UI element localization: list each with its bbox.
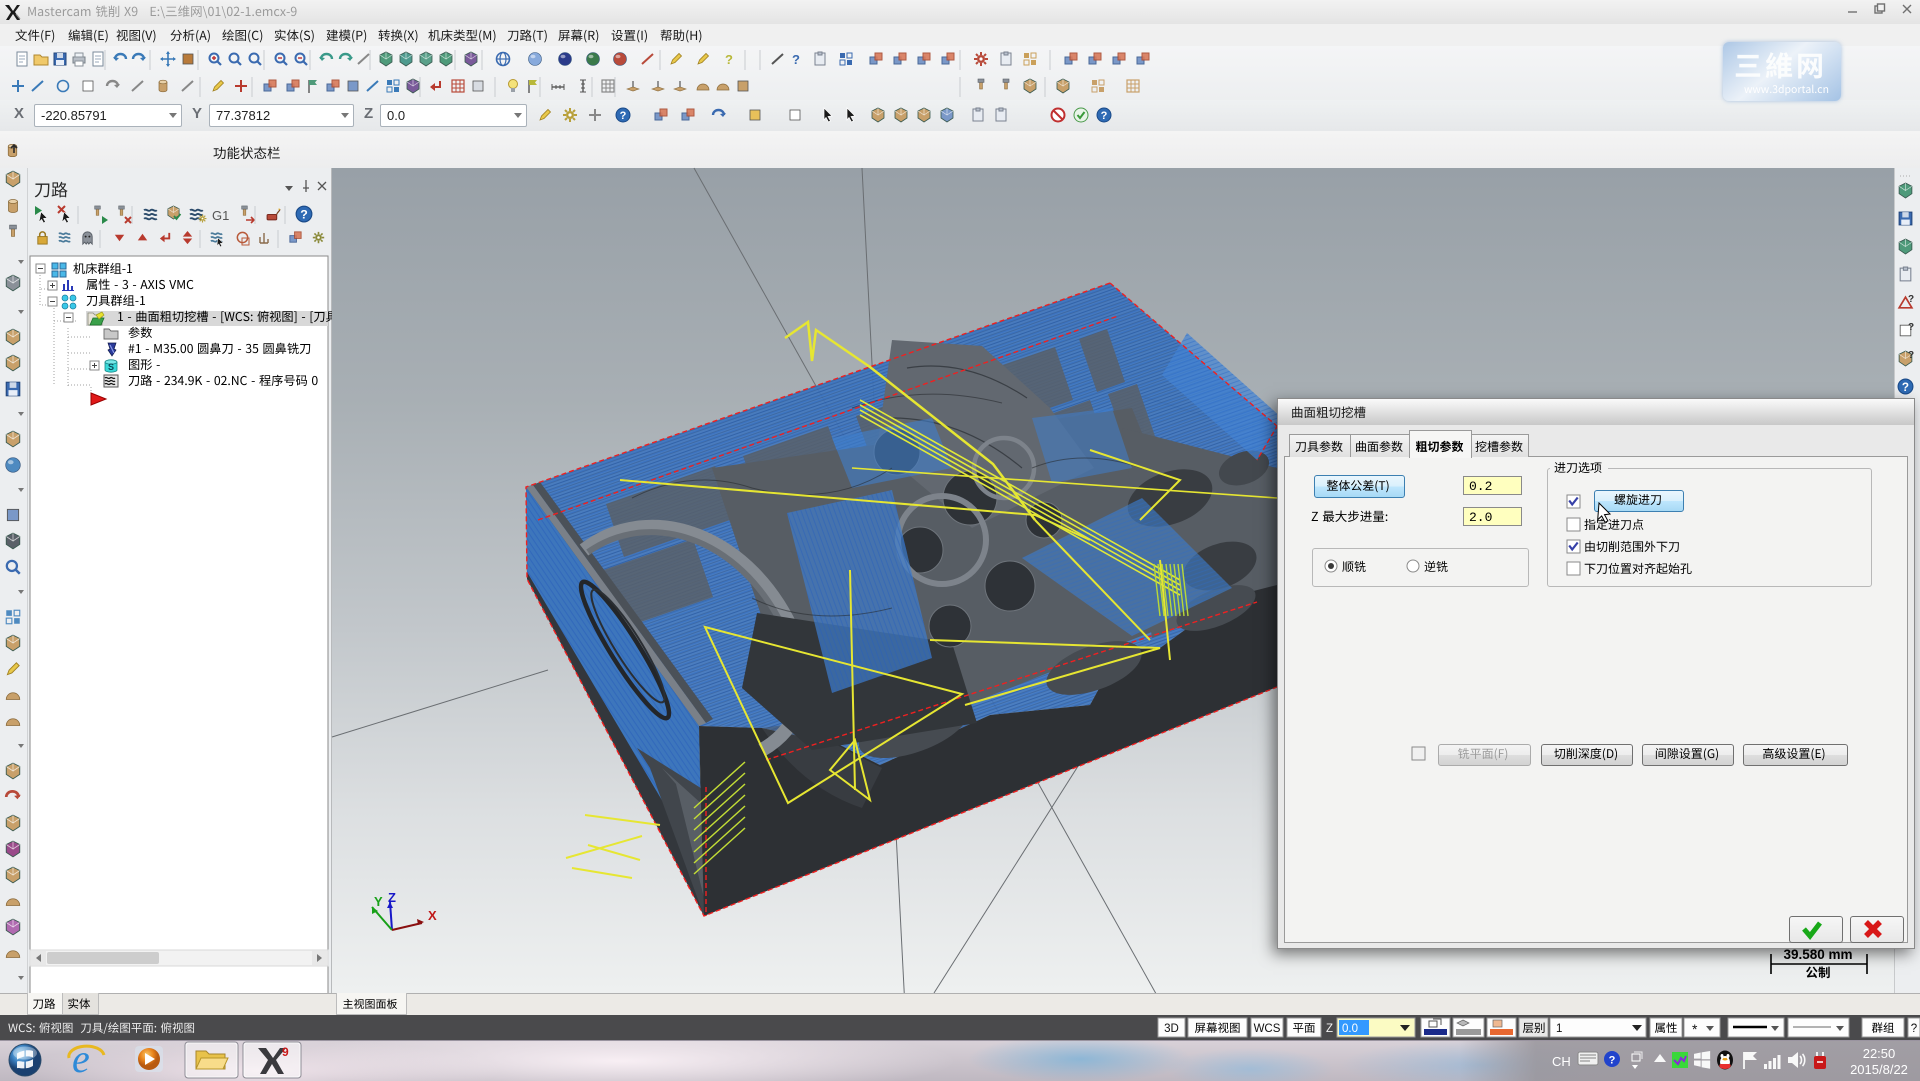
svg-text:Y: Y xyxy=(374,894,383,909)
svg-text:39.580 mm: 39.580 mm xyxy=(1783,947,1852,962)
svg-text:S: S xyxy=(108,362,114,372)
svg-text:?: ? xyxy=(792,52,800,67)
svg-text:?: ? xyxy=(300,208,308,222)
svg-text:X: X xyxy=(428,908,437,923)
svg-text:?: ? xyxy=(1908,350,1914,361)
svg-text:?: ? xyxy=(1911,1023,1917,1035)
svg-text:3D: 3D xyxy=(1164,1023,1179,1035)
svg-text:WCS: WCS xyxy=(1254,1023,1281,1035)
svg-text:?: ? xyxy=(1609,1055,1616,1067)
svg-text:1: 1 xyxy=(1556,1023,1562,1035)
svg-text:*: * xyxy=(1692,1021,1698,1037)
svg-text:Z: Z xyxy=(388,890,396,905)
svg-text:?: ? xyxy=(1908,294,1914,305)
svg-text:22:50: 22:50 xyxy=(1863,1046,1896,1061)
svg-text:G1: G1 xyxy=(212,208,229,223)
svg-text:CH: CH xyxy=(1552,1054,1571,1069)
svg-text:0.0: 0.0 xyxy=(1342,1023,1358,1035)
svg-text:e: e xyxy=(72,1036,90,1081)
svg-text:?: ? xyxy=(1902,381,1909,394)
svg-text:?: ? xyxy=(725,52,733,67)
svg-text:Z: Z xyxy=(1326,1023,1333,1035)
svg-text:?: ? xyxy=(1908,322,1914,333)
svg-text:2015/8/22: 2015/8/22 xyxy=(1850,1062,1908,1077)
svg-text:?: ? xyxy=(1101,110,1108,122)
svg-text:?: ? xyxy=(620,110,627,122)
svg-text:9: 9 xyxy=(282,1045,289,1059)
